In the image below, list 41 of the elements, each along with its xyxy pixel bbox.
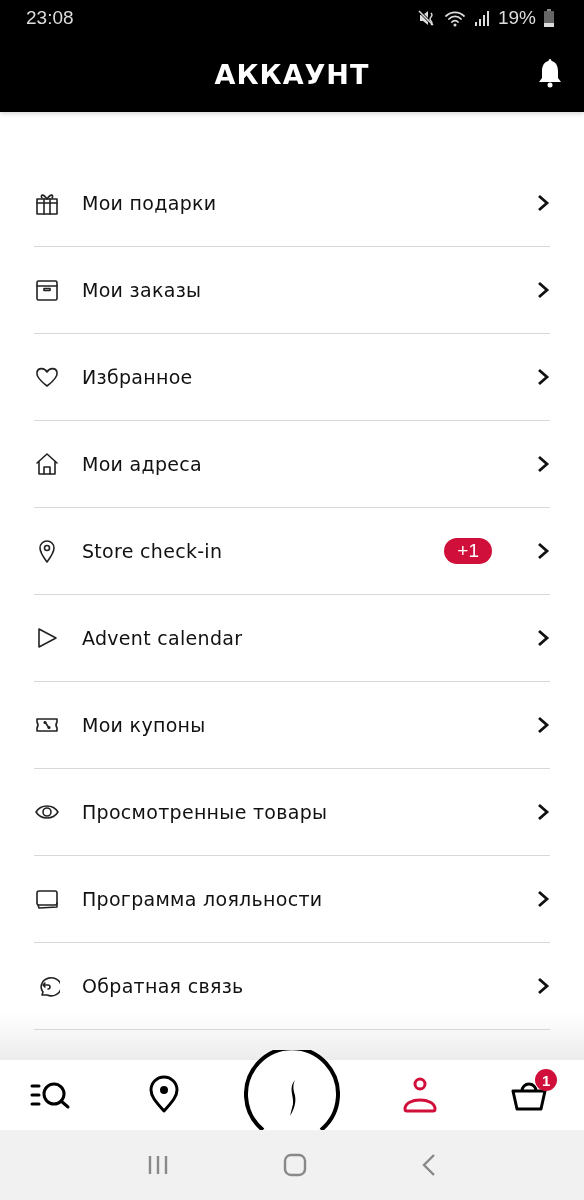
chevron-right-icon	[536, 541, 550, 561]
menu-item[interactable]: Обратная связь	[34, 943, 550, 1030]
count-badge: +1	[444, 538, 492, 564]
home-icon	[283, 1153, 307, 1177]
status-time: 23:08	[26, 7, 74, 29]
menu-item[interactable]: Мои заказы	[34, 247, 550, 334]
chevron-right-icon	[536, 367, 550, 387]
page-title: АККАУНТ	[214, 58, 370, 90]
menu-item[interactable]: Advent calendar	[34, 595, 550, 682]
home-button[interactable]	[283, 1153, 307, 1177]
bell-icon	[538, 58, 562, 88]
cart-count-badge: 1	[535, 1069, 558, 1091]
menu-item[interactable]: Store check-in +1	[34, 508, 550, 595]
battery-icon	[544, 9, 554, 27]
back-button[interactable]	[421, 1153, 437, 1177]
chevron-right-icon	[536, 889, 550, 909]
chevron-right-icon	[536, 976, 550, 996]
chevron-right-icon	[536, 802, 550, 822]
chevron-right-icon	[536, 193, 550, 213]
menu-item[interactable]: Мои купоны	[34, 682, 550, 769]
back-icon	[421, 1153, 437, 1177]
house-icon	[34, 451, 60, 477]
menu-item[interactable]: Программа лояльности	[34, 856, 550, 943]
menu-item[interactable]: Избранное	[34, 334, 550, 421]
chevron-right-icon	[536, 628, 550, 648]
logo-button[interactable]	[244, 1050, 340, 1130]
menu-item[interactable]: Просмотренные товары	[34, 769, 550, 856]
battery-percent: 19%	[497, 7, 536, 29]
box-icon	[34, 277, 60, 303]
signal-icon	[473, 9, 490, 27]
recent-apps-icon	[147, 1154, 169, 1176]
notifications-button[interactable]	[538, 58, 562, 88]
wifi-icon	[443, 9, 466, 27]
chevron-right-icon	[536, 715, 550, 735]
menu-item[interactable]: Мои подарки	[34, 160, 550, 247]
mute-icon	[417, 9, 436, 27]
basket-button[interactable]: 1	[499, 1065, 560, 1125]
chevron-right-icon	[536, 454, 550, 474]
recent-apps-button[interactable]	[147, 1154, 169, 1176]
menu-item[interactable]: Мои адреса	[34, 421, 550, 508]
chevron-right-icon	[536, 280, 550, 300]
